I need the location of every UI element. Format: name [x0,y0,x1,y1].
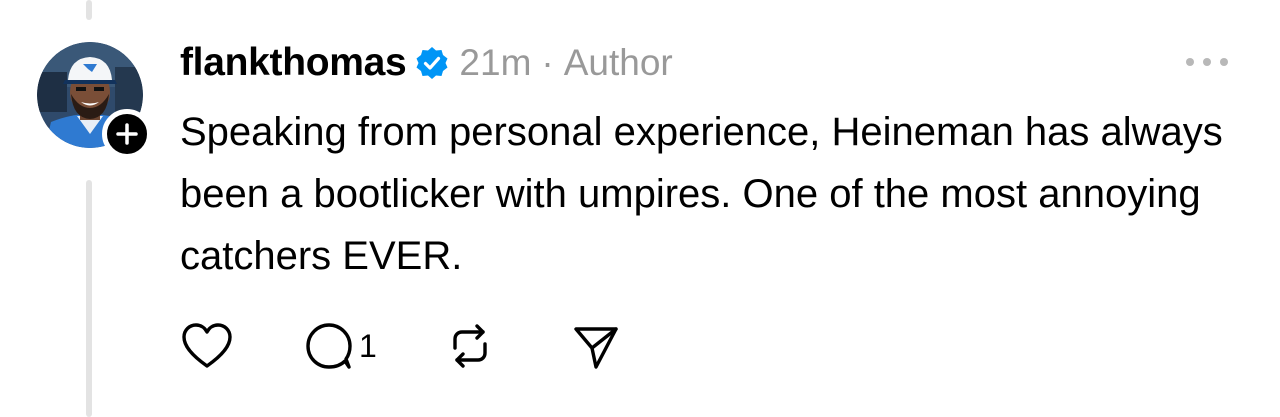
post-time: 21m [459,42,532,83]
heart-icon [182,323,232,368]
follow-button[interactable] [102,109,152,159]
comment-icon [306,323,352,369]
post-body: Speaking from personal experience, Heine… [180,110,1223,278]
repost-button[interactable] [445,321,495,371]
reply-count: 1 [359,327,377,364]
share-button[interactable] [571,321,621,371]
meta-separator: · [541,42,554,83]
post-header: flankthomas 21m · Author [180,38,673,88]
verified-check-icon [416,47,448,79]
like-button[interactable] [180,321,234,371]
author-label: Author [563,42,673,83]
thread-line-bottom [86,180,92,417]
repost-icon [453,324,487,368]
send-icon [574,327,618,369]
more-dots-icon[interactable] [1182,52,1232,72]
username[interactable]: flankthomas [180,41,407,85]
reply-button[interactable]: 1 [303,320,377,372]
avatar-container[interactable] [37,42,152,159]
thread-line-top [86,0,92,20]
plus-icon [116,123,138,145]
action-bar: 1 [180,318,621,374]
